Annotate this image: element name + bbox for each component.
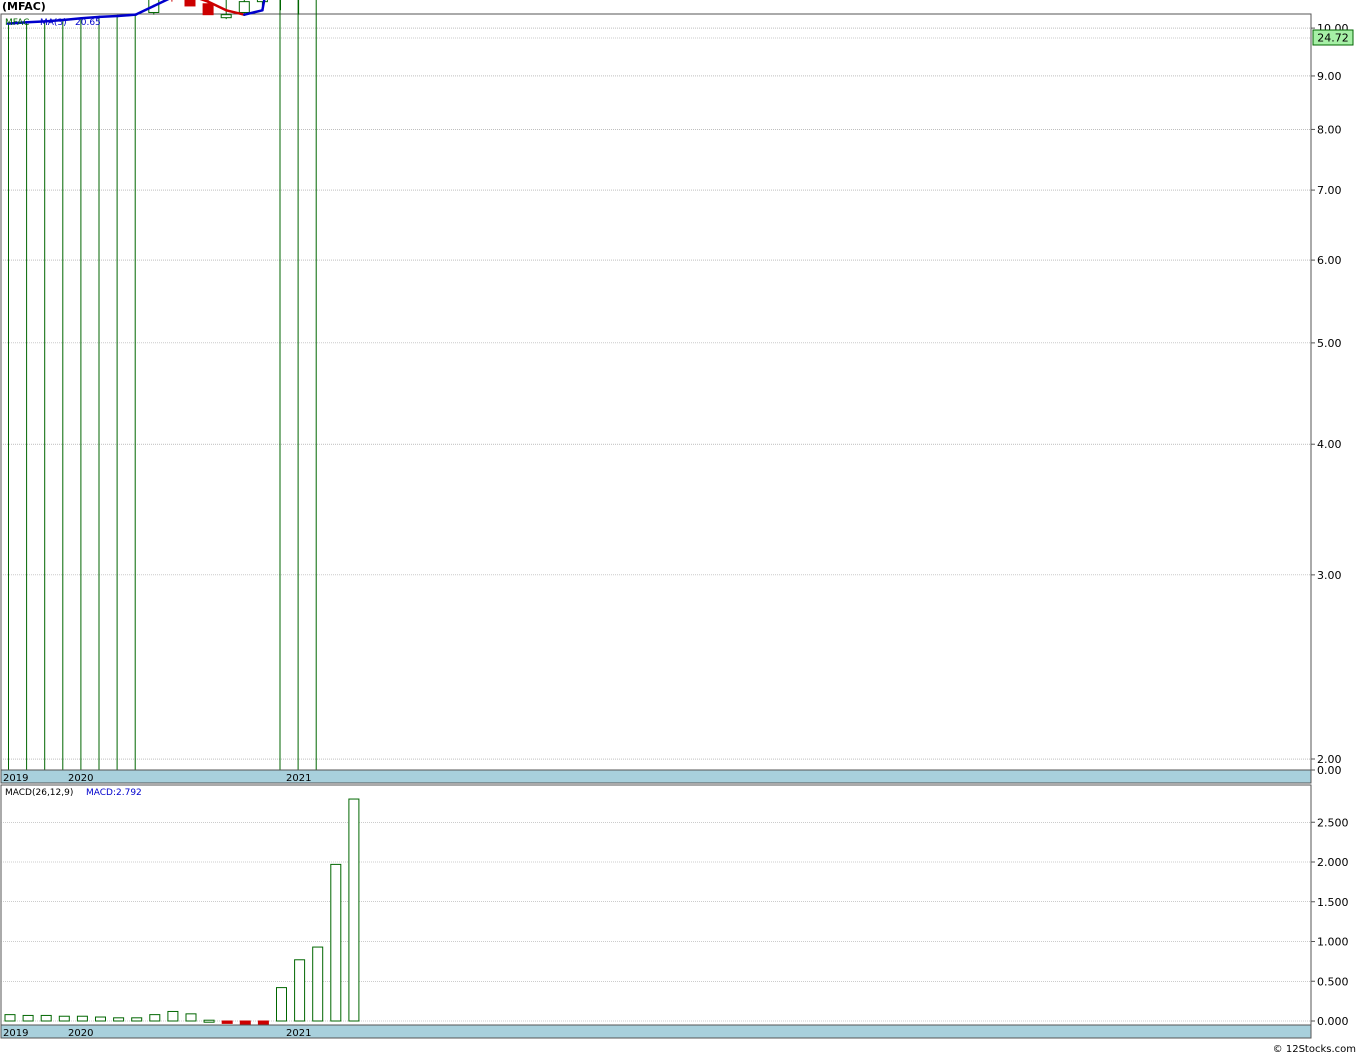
macd-bar <box>22 1014 34 1022</box>
macd-bar <box>203 1019 215 1023</box>
macd-bars <box>4 798 360 1025</box>
macd-bar <box>149 1014 161 1022</box>
macd-bar <box>40 1014 52 1022</box>
macd-bar <box>276 987 287 1022</box>
site-credit: © 12Stocks.com <box>1272 1044 1356 1055</box>
macd-bar <box>348 798 360 1022</box>
macd-grid <box>1 821 1311 1022</box>
macd-bar <box>131 1017 143 1022</box>
price-tick-label: 8.00 <box>1317 123 1342 136</box>
ma-segment <box>261 0 266 12</box>
price-panel-frame <box>0 13 1312 771</box>
price-tick-label: 5.00 <box>1317 337 1342 350</box>
ma-segment <box>98 14 119 19</box>
macd-bar <box>95 1016 106 1022</box>
price-tick-label: 6.00 <box>1317 254 1342 267</box>
candle-body <box>256 0 268 3</box>
legend-ma-label: MA(3) <box>40 18 67 28</box>
macd-bar <box>330 863 342 1022</box>
macd-legend-value: MACD:2.792 <box>86 788 142 798</box>
macd-x-label: 2019 <box>3 1028 28 1039</box>
price-y-axis: 22.0020.0018.0016.0015.0014.0013.0012.00… <box>1311 22 1349 777</box>
macd-tick-label: 2.000 <box>1317 856 1349 869</box>
macd-bar <box>58 1015 70 1022</box>
macd-legend-label: MACD(26,12,9) <box>5 788 73 798</box>
price-tick-label: 0.00 <box>1317 764 1342 777</box>
macd-tick-label: 0.000 <box>1317 1015 1349 1028</box>
price-x-label: 2019 <box>3 773 28 784</box>
candle-body <box>202 3 214 16</box>
price-tick-label: 9.00 <box>1317 70 1342 83</box>
macd-x-label: 2020 <box>68 1028 93 1039</box>
candle-body <box>238 1 250 13</box>
macd-bar <box>312 946 324 1022</box>
macd-bar <box>4 1014 16 1022</box>
price-tick-label: 7.00 <box>1317 184 1342 197</box>
macd-bar <box>239 1020 251 1025</box>
macd-tick-label: 1.500 <box>1317 896 1349 909</box>
macd-bar <box>257 1020 269 1025</box>
legend-ma-value: 20.65 <box>75 18 101 28</box>
candle-body <box>184 0 196 7</box>
stock-chart: 22.0020.0018.0016.0015.0014.0013.0012.00… <box>0 0 1354 1039</box>
volume-bars <box>8 0 317 770</box>
macd-bar <box>185 1013 197 1022</box>
macd-panel-frame <box>0 784 1312 1026</box>
price-tick-label: 3.00 <box>1317 569 1342 582</box>
price-x-axis-band <box>0 769 1312 784</box>
macd-bar <box>113 1017 125 1022</box>
price-tick-label: 4.00 <box>1317 438 1342 451</box>
macd-bar <box>294 959 306 1022</box>
candles <box>148 0 300 20</box>
price-x-label: 2021 <box>286 773 311 784</box>
macd-tick-label: 2.500 <box>1317 816 1349 829</box>
candle-body <box>220 14 232 19</box>
macd-bar <box>76 1015 88 1022</box>
legend-symbol: MFAC <box>5 18 29 28</box>
macd-x-label: 2021 <box>286 1028 311 1039</box>
macd-bar <box>167 1010 179 1022</box>
price-x-label: 2020 <box>68 773 93 784</box>
macd-y-axis: 2.500 2.000 1.500 1.000 0.500 0.000 <box>1311 816 1349 1028</box>
last-price-label: 24.72 <box>1317 32 1349 45</box>
price-grid <box>1 27 1311 760</box>
macd-bar <box>221 1020 233 1024</box>
ma-segment <box>116 13 137 18</box>
macd-tick-label: 1.000 <box>1317 936 1349 949</box>
macd-x-axis-band <box>0 1024 1312 1039</box>
macd-tick-label: 0.500 <box>1317 975 1349 988</box>
